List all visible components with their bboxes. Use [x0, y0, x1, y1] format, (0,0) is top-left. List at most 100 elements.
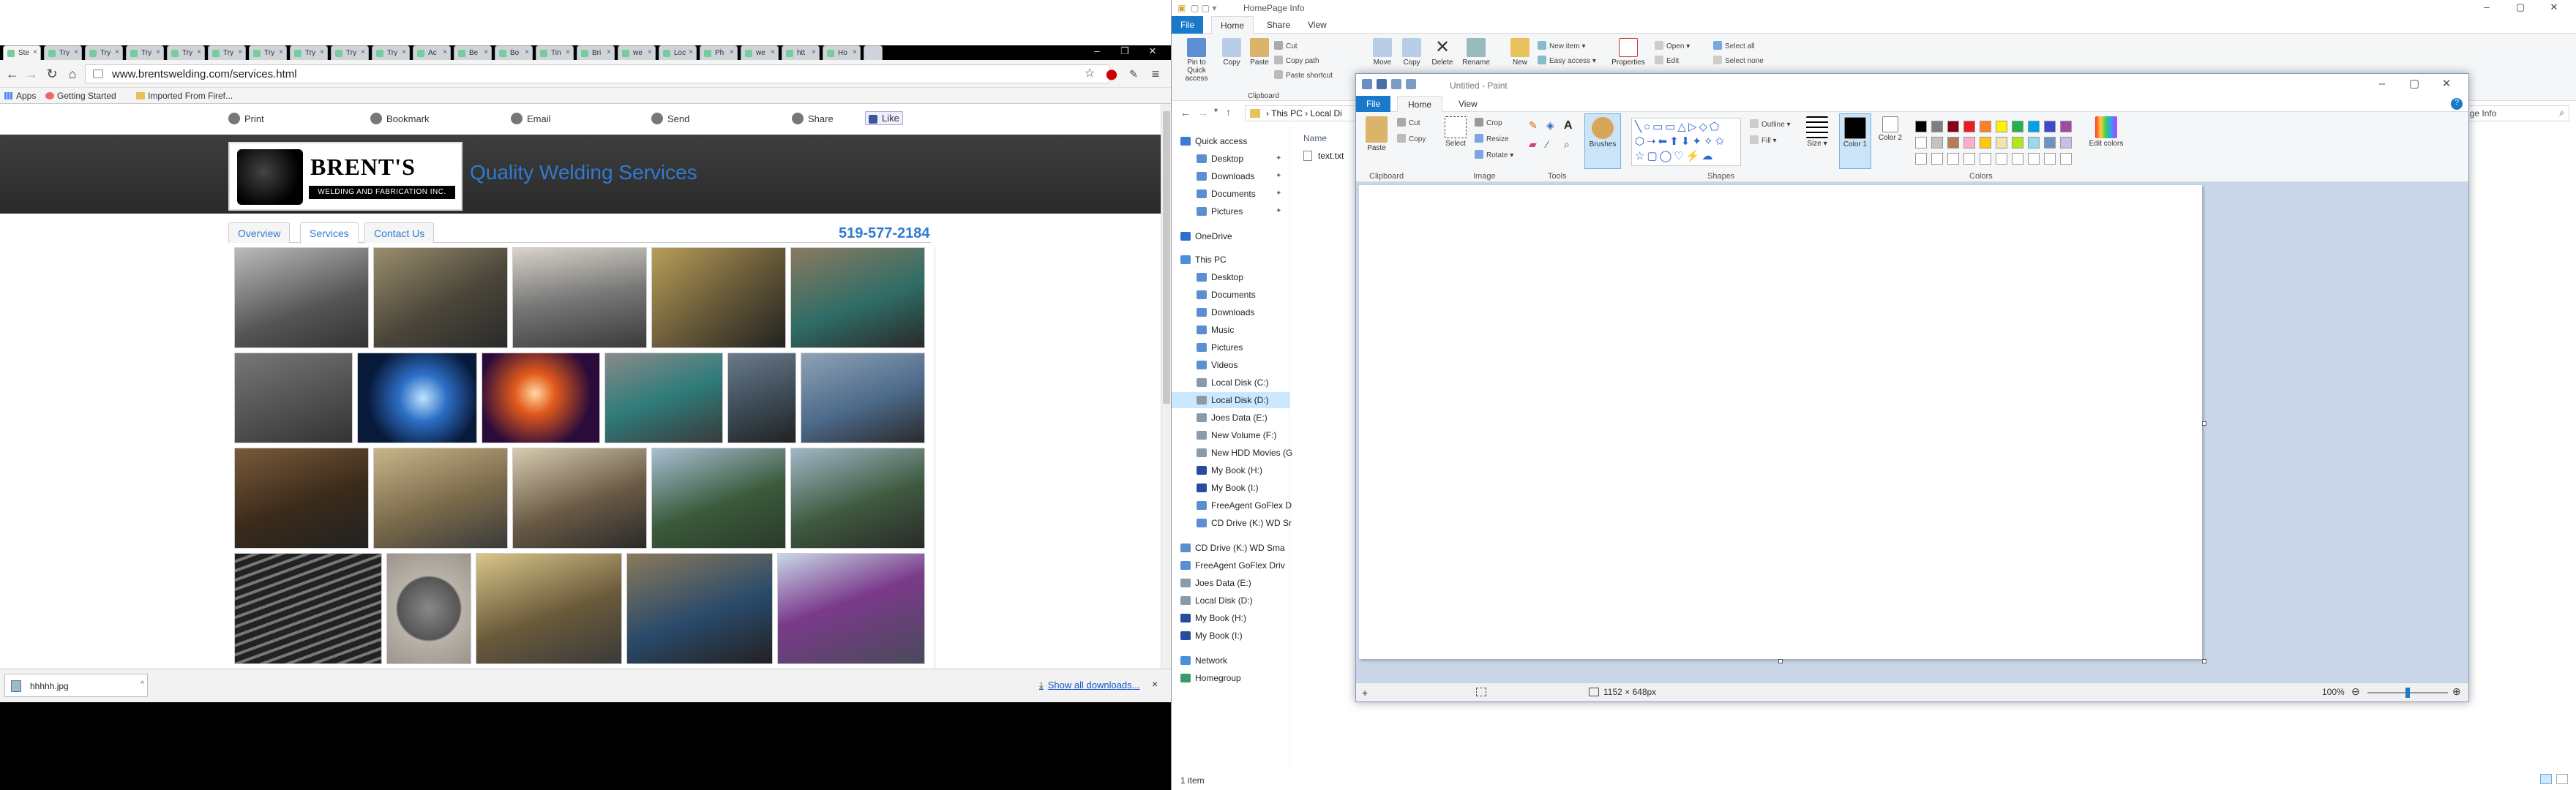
- nav-item[interactable]: Videos: [1172, 357, 1290, 373]
- help-icon[interactable]: ?: [2451, 98, 2463, 110]
- gallery-photo[interactable]: [790, 448, 925, 549]
- custom-color-slot[interactable]: [1947, 153, 1959, 165]
- palette-swatch[interactable]: [1947, 137, 1959, 148]
- new-folder-button[interactable]: New: [1507, 38, 1533, 67]
- close-tab-icon[interactable]: ×: [320, 48, 324, 56]
- nav-item[interactable]: My Book (H:): [1172, 462, 1290, 478]
- close-tab-icon[interactable]: ×: [607, 48, 611, 56]
- palette-swatch[interactable]: [1996, 121, 2007, 132]
- palette-swatch[interactable]: [1947, 121, 1959, 132]
- zoom-in-icon[interactable]: ⊕: [2452, 685, 2461, 698]
- select-none-button[interactable]: Select none: [1713, 56, 1764, 65]
- palette-swatch[interactable]: [1931, 137, 1943, 148]
- nav-item[interactable]: Documents: [1172, 287, 1290, 303]
- gallery-photo[interactable]: [651, 448, 786, 549]
- recent-locations-icon[interactable]: ▾: [1214, 107, 1218, 115]
- close-icon[interactable]: ✕: [2430, 77, 2463, 90]
- close-tab-icon[interactable]: ×: [156, 48, 160, 56]
- send-link[interactable]: Send: [651, 113, 689, 124]
- bookmark-imported[interactable]: Imported From Firef...: [136, 91, 233, 101]
- brushes-button[interactable]: Brushes: [1584, 113, 1621, 169]
- nav-item[interactable]: FreeAgent GoFlex Driv: [1172, 557, 1290, 573]
- minimize-icon[interactable]: –: [2470, 1, 2504, 12]
- palette-swatch[interactable]: [2012, 137, 2023, 148]
- zoom-slider-thumb[interactable]: [2405, 688, 2410, 698]
- nav-item[interactable]: Joes Data (E:): [1172, 410, 1290, 426]
- browser-tab[interactable]: Try ×: [372, 45, 410, 60]
- star-icon[interactable]: ☆: [1082, 66, 1098, 82]
- copy-button[interactable]: Copy: [1397, 134, 1426, 143]
- undo-icon[interactable]: [1391, 79, 1401, 89]
- nav-item[interactable]: New Volume (F:): [1172, 427, 1290, 443]
- scrollbar-thumb[interactable]: [1163, 111, 1170, 404]
- custom-color-slot[interactable]: [2044, 153, 2056, 165]
- browser-tab[interactable]: Try ×: [331, 45, 369, 60]
- nav-item[interactable]: Downloads: [1172, 304, 1290, 320]
- properties-button[interactable]: Properties: [1608, 38, 1649, 67]
- tab-view[interactable]: View: [1299, 16, 1336, 34]
- browser-tab[interactable]: Try ×: [249, 45, 287, 60]
- palette-swatch[interactable]: [1980, 137, 1991, 148]
- easy-access-button[interactable]: Easy access ▾: [1538, 56, 1596, 65]
- tab-contact-us[interactable]: Contact Us: [364, 222, 435, 243]
- minimize-icon[interactable]: –: [1083, 45, 1111, 56]
- browser-tab[interactable]: Try ×: [208, 45, 246, 60]
- close-tab-icon[interactable]: ×: [648, 48, 652, 56]
- resize-handle-corner[interactable]: [2202, 659, 2206, 663]
- browser-tab[interactable]: Try ×: [44, 45, 82, 60]
- tab-services[interactable]: Services: [300, 222, 359, 244]
- browser-tab[interactable]: Try ×: [85, 45, 123, 60]
- palette-swatch[interactable]: [1931, 121, 1943, 132]
- breadcrumb-this-pc[interactable]: This PC: [1271, 108, 1303, 118]
- tab-file[interactable]: File: [1172, 16, 1204, 34]
- tab-share[interactable]: Share: [1258, 16, 1299, 34]
- nav-item[interactable]: Local Disk (D:): [1172, 592, 1290, 609]
- nav-item[interactable]: My Book (I:): [1172, 628, 1290, 644]
- address-bar[interactable]: www.brentswelding.com/services.html: [85, 64, 1109, 83]
- palette-swatch[interactable]: [1996, 137, 2007, 148]
- pencil-icon[interactable]: ✎: [1529, 119, 1538, 132]
- save-icon[interactable]: [1377, 79, 1387, 89]
- nav-item[interactable]: Joes Data (E:): [1172, 575, 1290, 591]
- pin-quick-access-button[interactable]: Pin to Quick access: [1177, 38, 1216, 83]
- pin-icon[interactable]: ✦: [1276, 207, 1281, 215]
- custom-color-slot[interactable]: [1980, 153, 1991, 165]
- close-icon[interactable]: ✕: [1139, 45, 1167, 57]
- tab-view[interactable]: View: [1448, 96, 1488, 112]
- nav-item[interactable]: Desktop: [1172, 269, 1290, 285]
- palette-swatch[interactable]: [1963, 137, 1975, 148]
- browser-tab[interactable]: Ho ×: [823, 45, 861, 60]
- nav-item[interactable]: My Book (I:): [1172, 480, 1290, 496]
- browser-tab[interactable]: Be ×: [454, 45, 492, 60]
- bookmark-apps[interactable]: Apps: [4, 91, 36, 101]
- copy-to-button[interactable]: Copy: [1399, 38, 1425, 67]
- maximize-icon[interactable]: ▢: [2398, 77, 2430, 90]
- browser-tab[interactable]: Try ×: [167, 45, 205, 60]
- nav-item[interactable]: Pictures ✦: [1172, 203, 1290, 219]
- copy-button[interactable]: Copy: [1218, 38, 1245, 67]
- gallery-photo[interactable]: [604, 353, 723, 443]
- gallery-photo[interactable]: [777, 553, 925, 664]
- pin-icon[interactable]: ✦: [1276, 172, 1281, 180]
- gallery-photo[interactable]: [373, 448, 508, 549]
- palette-swatch[interactable]: [2028, 121, 2040, 132]
- palette-swatch[interactable]: [1980, 121, 1991, 132]
- close-tab-icon[interactable]: ×: [812, 48, 816, 56]
- extension-2-icon[interactable]: ✎: [1126, 66, 1142, 82]
- outline-button[interactable]: Outline ▾: [1750, 119, 1791, 129]
- tab-file[interactable]: File: [1356, 96, 1391, 112]
- like-button[interactable]: Like: [865, 111, 903, 125]
- nav-item[interactable]: Homegroup: [1172, 670, 1290, 686]
- nav-item[interactable]: Network: [1172, 652, 1290, 669]
- browser-tab[interactable]: we ×: [618, 45, 656, 60]
- gallery-photo[interactable]: [234, 353, 353, 443]
- maximize-icon[interactable]: ▢: [2504, 1, 2537, 13]
- tab-overview[interactable]: Overview: [228, 222, 291, 243]
- close-tab-icon[interactable]: ×: [238, 48, 242, 56]
- back-icon[interactable]: ←: [4, 66, 20, 82]
- custom-color-slot[interactable]: [2028, 153, 2040, 165]
- paste-button[interactable]: Paste: [1246, 38, 1273, 67]
- gallery-photo[interactable]: [234, 448, 369, 549]
- nav-item[interactable]: Pictures: [1172, 339, 1290, 356]
- reload-icon[interactable]: ↻: [44, 66, 60, 82]
